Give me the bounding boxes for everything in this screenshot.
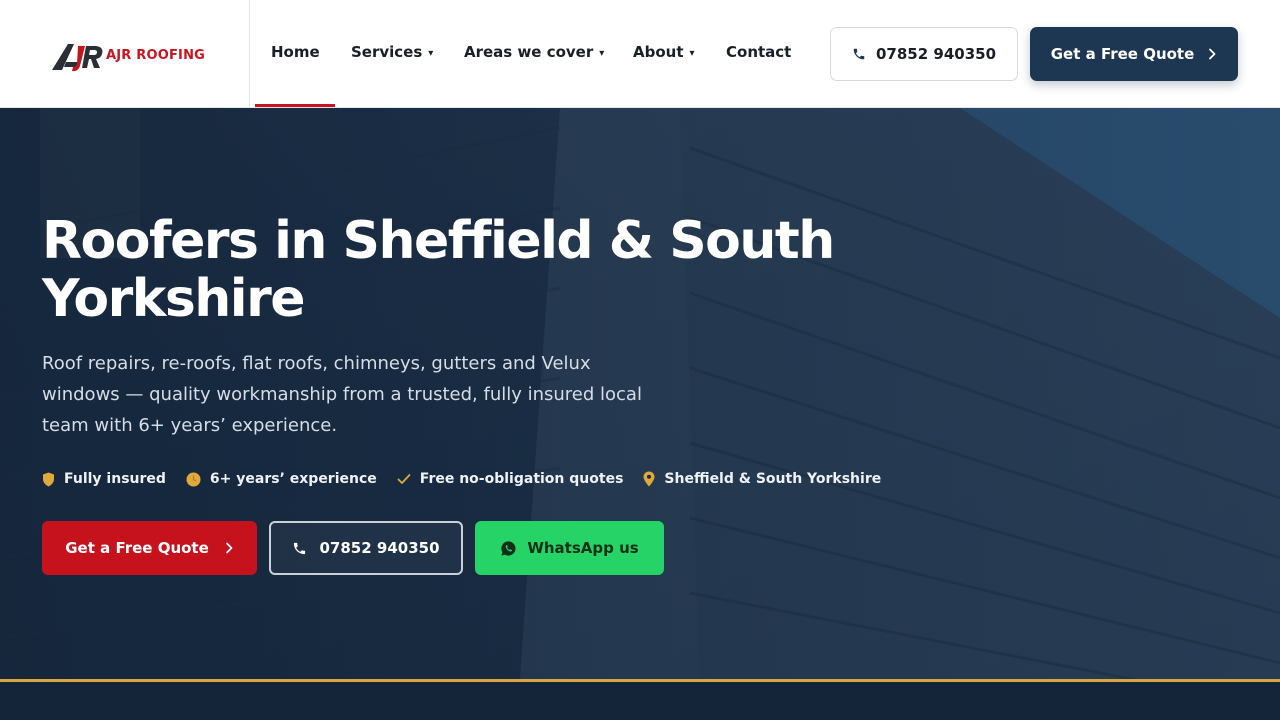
nav-item-about[interactable]: About ▾ <box>633 40 695 64</box>
nav-item-home[interactable]: Home <box>271 40 320 64</box>
chevron-right-icon <box>1208 48 1217 60</box>
hero-whatsapp-button[interactable]: WhatsApp us <box>475 521 664 575</box>
caret-down-icon: ▾ <box>689 47 695 59</box>
trust-badges: Fully insured 6+ years’ experience Free … <box>42 468 901 490</box>
nav-item-label: Contact <box>726 43 792 61</box>
hero-quote-button[interactable]: Get a Free Quote <box>42 521 257 575</box>
nav-item-contact[interactable]: Contact <box>726 40 791 64</box>
logo-area[interactable]: AJR ROOFING <box>0 0 250 108</box>
nav-item-label: Home <box>271 43 320 61</box>
phone-icon <box>292 541 307 556</box>
header-quote-button[interactable]: Get a Free Quote <box>1030 27 1238 81</box>
badge-location: Sheffield & South Yorkshire <box>643 471 881 487</box>
check-icon <box>397 473 411 485</box>
location-pin-icon <box>643 471 655 487</box>
shield-icon <box>42 472 55 487</box>
nav-item-services[interactable]: Services ▾ <box>351 40 433 64</box>
phone-icon <box>852 47 866 61</box>
hero-quote-label: Get a Free Quote <box>65 539 209 557</box>
nav-active-indicator <box>255 104 335 107</box>
badge-label: Sheffield & South Yorkshire <box>664 471 882 487</box>
chevron-right-icon <box>225 542 234 554</box>
hero-phone-label: 07852 940350 <box>319 539 440 557</box>
clock-icon <box>186 472 201 487</box>
whatsapp-icon <box>500 540 517 557</box>
nav-item-label: About <box>633 43 684 61</box>
hero-whatsapp-label: WhatsApp us <box>527 539 639 557</box>
badge-label: Fully insured <box>64 471 166 487</box>
logo-wordmark: AJR ROOFING <box>106 48 206 63</box>
hero-title: Roofers in Sheffield & South Yorkshire <box>42 211 835 329</box>
nav-item-label: Areas we cover <box>464 43 594 61</box>
badge-label: 6+ years’ experience <box>209 471 377 487</box>
badge-label: Free no-obligation quotes <box>419 471 624 487</box>
hero-phone-button[interactable]: 07852 940350 <box>269 521 463 575</box>
header-quote-label: Get a Free Quote <box>1050 45 1195 63</box>
nav-item-label: Services <box>351 43 423 61</box>
header-phone-button[interactable]: 07852 940350 <box>830 27 1018 81</box>
site-header: AJR ROOFING Home Services ▾ Areas we cov… <box>0 0 1280 108</box>
caret-down-icon: ▾ <box>428 47 434 59</box>
caret-down-icon: ▾ <box>599 47 605 59</box>
nav-item-areas[interactable]: Areas we cover ▾ <box>464 40 604 64</box>
badge-experience: 6+ years’ experience <box>186 471 377 487</box>
next-section-band <box>0 682 1280 720</box>
header-phone-label: 07852 940350 <box>875 45 997 63</box>
badge-free-quotes: Free no-obligation quotes <box>397 471 624 487</box>
badge-insured: Fully insured <box>42 471 166 487</box>
hero-section: Roofers in Sheffield & South Yorkshire R… <box>0 108 1280 679</box>
hero-subtitle: Roof repairs, re-roofs, flat roofs, chim… <box>42 353 642 436</box>
hero-content: Roofers in Sheffield & South Yorkshire R… <box>42 108 881 679</box>
